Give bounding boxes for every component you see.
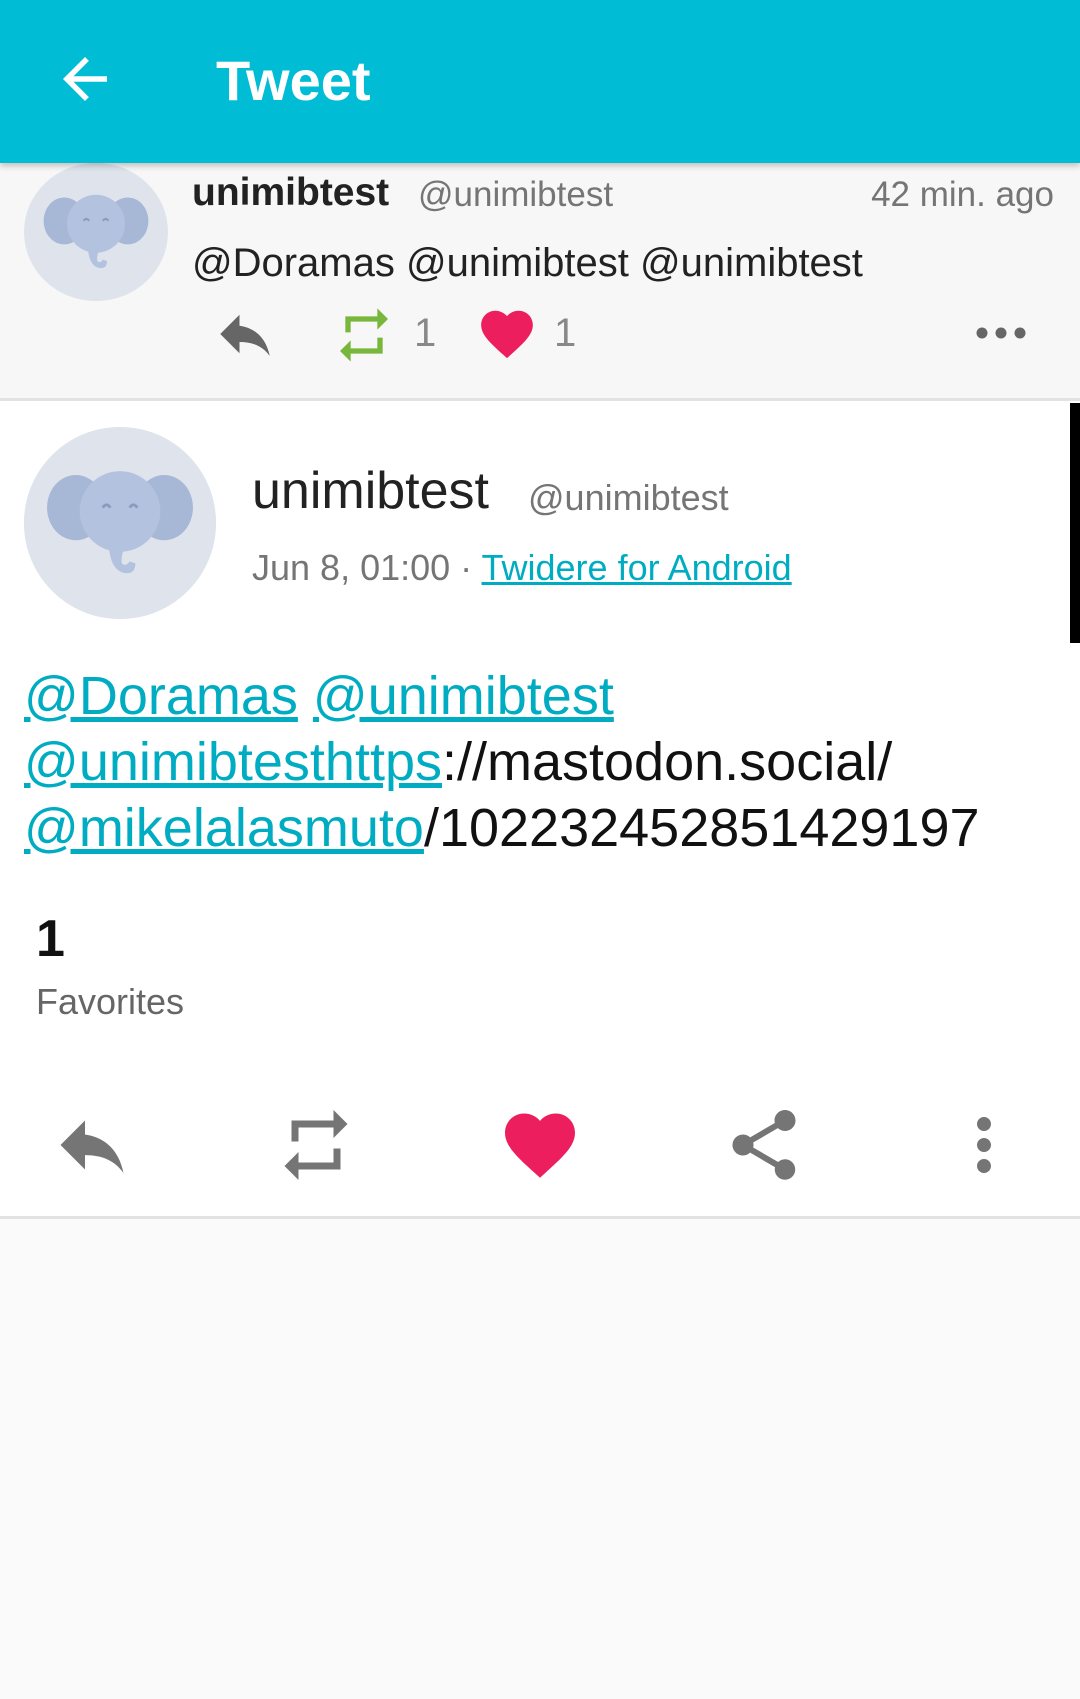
avatar[interactable]	[24, 163, 168, 301]
more-button[interactable]	[942, 1103, 1026, 1187]
elephant-avatar-icon	[24, 427, 216, 619]
retweet-icon	[340, 308, 388, 362]
source-link[interactable]: Twidere for Android	[482, 547, 792, 588]
status-meta: Jun 8, 01:00 · Twidere for Android	[252, 547, 792, 589]
mention-link[interactable]: @Doramas	[24, 666, 298, 726]
author-name[interactable]: unimibtest	[252, 461, 489, 521]
author-handle: @unimibtest	[418, 175, 614, 214]
heart-icon	[505, 1113, 575, 1178]
text-segment: ://mastodon.social/	[442, 732, 893, 792]
scrollbar-thumb[interactable]	[1070, 403, 1080, 643]
status-text: @Doramas @unimibtest @unimibtesthttps://…	[24, 663, 1064, 861]
retweet-icon	[284, 1110, 348, 1180]
more-horizontal-icon	[976, 327, 1026, 339]
mention-link[interactable]: @mikelalasmuto	[24, 798, 424, 858]
meta-separator: ·	[450, 547, 482, 588]
author-handle: @unimibtest	[528, 477, 729, 518]
page-title: Tweet	[216, 49, 371, 112]
share-icon	[732, 1110, 796, 1180]
reply-button[interactable]	[50, 1103, 134, 1187]
arrow-back-icon	[63, 57, 107, 101]
text-segment: /102232452851429197	[423, 798, 980, 858]
avatar[interactable]	[24, 427, 216, 619]
favorites-label[interactable]: Favorites	[36, 981, 184, 1023]
favorite-button[interactable]	[476, 303, 538, 365]
mention-link[interactable]: @unimibtesthttps	[24, 732, 442, 792]
favorite-count: 1	[554, 311, 577, 355]
more-vertical-icon	[977, 1117, 991, 1173]
retweet-button[interactable]	[274, 1103, 358, 1187]
status-detail: unimibtest @unimibtest Jun 8, 01:00 · Tw…	[0, 401, 1080, 1219]
favorites-count[interactable]: 1	[36, 909, 65, 969]
reply-button[interactable]	[212, 301, 278, 367]
status-date: Jun 8, 01:00	[252, 547, 451, 588]
retweet-button[interactable]	[330, 303, 398, 367]
app-bar: Tweet	[0, 0, 1080, 163]
heart-icon	[481, 310, 533, 359]
more-button[interactable]	[974, 313, 1028, 353]
in-reply-to-tweet[interactable]: unimibtest @unimibtest 42 min. ago @Dora…	[0, 163, 1080, 401]
author-name[interactable]: unimibtest	[192, 171, 389, 215]
text-segment	[298, 666, 313, 726]
share-button[interactable]	[722, 1103, 806, 1187]
retweet-count: 1	[414, 311, 437, 355]
elephant-avatar-icon	[27, 163, 165, 301]
tweet-text: @Doramas @unimibtest @unimibtest	[192, 241, 863, 285]
mention-link[interactable]: @unimibtest	[313, 666, 614, 726]
back-button[interactable]	[52, 46, 118, 112]
reply-icon	[220, 314, 270, 356]
timestamp: 42 min. ago	[871, 175, 1054, 214]
favorite-button[interactable]	[498, 1103, 582, 1187]
reply-icon	[60, 1120, 124, 1173]
